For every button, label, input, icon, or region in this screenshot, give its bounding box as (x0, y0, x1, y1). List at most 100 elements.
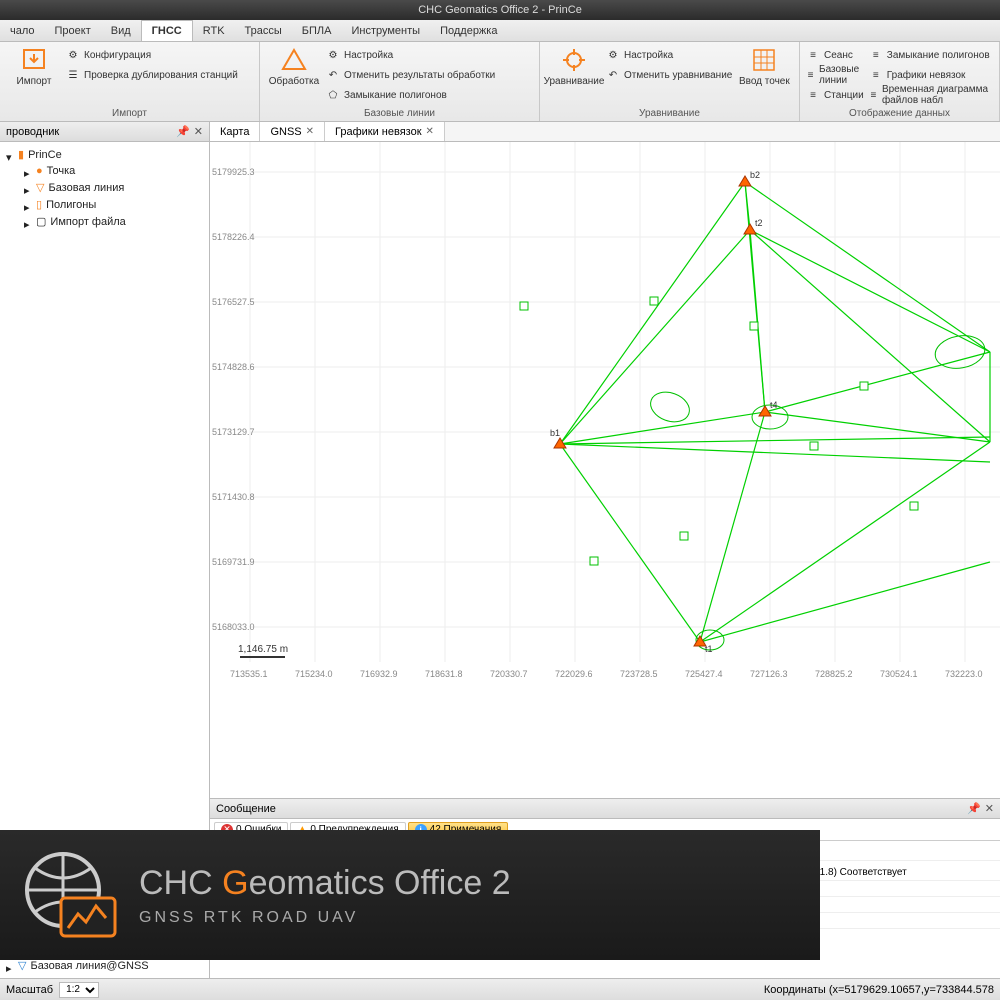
menu-trassy[interactable]: Трассы (235, 20, 292, 41)
svg-text:t2: t2 (755, 218, 763, 228)
chevron-right-icon[interactable]: ▸ (24, 218, 32, 226)
svg-text:t4: t4 (770, 400, 778, 410)
adjust-settings-button[interactable]: ⚙Настройка (606, 46, 732, 64)
svg-text:732223.0: 732223.0 (945, 669, 983, 679)
menu-vid[interactable]: Вид (101, 20, 141, 41)
menu-instrumenty[interactable]: Инструменты (341, 20, 430, 41)
lines-icon: ≡ (806, 68, 815, 82)
svg-text:727126.3: 727126.3 (750, 669, 788, 679)
lines-icon: ≡ (869, 48, 883, 62)
menu-gnss[interactable]: ГНСС (141, 20, 193, 41)
product-overlay: CHC Geomatics Office 2 GNSS RTK ROAD UAV (0, 830, 820, 960)
time-diagram-button[interactable]: ≡Временная диаграмма файлов набл (869, 86, 993, 104)
pin-icon[interactable]: 📌 (176, 125, 190, 138)
residual-plots-button[interactable]: ≡Графики невязок (869, 66, 993, 84)
session-button[interactable]: ≡Сеанс (806, 46, 865, 64)
stations-button[interactable]: ≡Станции (806, 86, 865, 104)
tab-karta[interactable]: Карта (210, 122, 260, 141)
svg-text:5176527.5: 5176527.5 (212, 297, 255, 307)
ribbon-group-import: Импорт ⚙Конфигурация ☰Проверка дублирова… (0, 42, 260, 121)
baselines-button[interactable]: ≡Базовые линии (806, 66, 865, 84)
svg-text:b1: b1 (550, 428, 560, 438)
ribbon-group-baselines: Обработка ⚙Настройка ↶Отменить результат… (260, 42, 540, 121)
tab-gnss[interactable]: GNSS✕ (260, 122, 325, 141)
gear-icon: ⚙ (66, 48, 80, 62)
map-canvas[interactable]: 5179925.3 5178226.4 5176527.5 5174828.6 … (210, 142, 1000, 798)
undo-icon: ↶ (326, 68, 340, 82)
svg-text:716932.9: 716932.9 (360, 669, 398, 679)
undo-icon: ↶ (606, 68, 620, 82)
svg-text:5179925.3: 5179925.3 (212, 167, 255, 177)
scale-label: Масштаб (6, 984, 53, 996)
status-bar: Масштаб 1:2 Координаты (x=5179629.10657,… (0, 978, 1000, 1000)
ribbon-group-adjustment: Уравнивание ⚙Настройка ↶Отменить уравнив… (540, 42, 800, 121)
globe-icon (10, 845, 125, 945)
settings-button[interactable]: ⚙Настройка (326, 46, 495, 64)
point-icon: ● (36, 165, 43, 177)
svg-text:1,146.75 m: 1,146.75 m (238, 644, 288, 655)
menu-rtk[interactable]: RTK (193, 20, 235, 41)
adjust-button[interactable]: Уравнивание (546, 46, 602, 87)
svg-text:723728.5: 723728.5 (620, 669, 658, 679)
svg-text:715234.0: 715234.0 (295, 669, 333, 679)
process-button[interactable]: Обработка (266, 46, 322, 87)
svg-text:728825.2: 728825.2 (815, 669, 853, 679)
close-icon[interactable]: ✕ (306, 126, 314, 137)
gear-icon: ⚙ (326, 48, 340, 62)
svg-text:5169731.9: 5169731.9 (212, 557, 255, 567)
coord-readout: Координаты (x=5179629.10657,y=733844.578 (764, 984, 994, 996)
stack-icon: ☰ (66, 68, 80, 82)
tab-grafiki[interactable]: Графики невязок✕ (325, 122, 445, 141)
undo-results-button[interactable]: ↶Отменить результаты обработки (326, 66, 495, 84)
ribbon-group-display: ≡Сеанс ≡Базовые линии ≡Станции ≡Замыкани… (800, 42, 1000, 121)
close-icon[interactable]: ✕ (426, 126, 434, 137)
menu-proekt[interactable]: Проект (45, 20, 101, 41)
svg-text:720330.7: 720330.7 (490, 669, 528, 679)
config-button[interactable]: ⚙Конфигурация (66, 46, 238, 64)
close-icon[interactable]: ✕ (194, 125, 203, 138)
close-polygons-button[interactable]: ⬠Замыкание полигонов (326, 86, 495, 104)
menu-podderzhka[interactable]: Поддержка (430, 20, 507, 41)
svg-text:5174828.6: 5174828.6 (212, 362, 255, 372)
baseline-icon: ▽ (36, 181, 44, 194)
svg-text:b2: b2 (750, 170, 760, 180)
polygon-closure-button[interactable]: ≡Замыкание полигонов (869, 46, 993, 64)
svg-text:t1: t1 (705, 644, 713, 654)
file-icon: ▢ (36, 215, 46, 228)
svg-text:713535.1: 713535.1 (230, 669, 268, 679)
chevron-down-icon[interactable]: ▾ (6, 151, 14, 159)
polygon-icon: ⬠ (326, 88, 340, 102)
chevron-right-icon[interactable]: ▸ (24, 201, 32, 209)
target-icon (560, 46, 588, 74)
lines-icon: ≡ (869, 68, 883, 82)
close-icon[interactable]: ✕ (985, 802, 994, 815)
check-dup-stations-button[interactable]: ☰Проверка дублирования станций (66, 66, 238, 84)
ribbon: Импорт ⚙Конфигурация ☰Проверка дублирова… (0, 42, 1000, 122)
menu-bar: чало Проект Вид ГНСС RTK Трассы БПЛА Инс… (0, 20, 1000, 42)
import-icon (20, 46, 48, 74)
gear-icon: ⚙ (606, 48, 620, 62)
chevron-right-icon[interactable]: ▸ (24, 167, 32, 175)
svg-text:5173129.7: 5173129.7 (212, 427, 255, 437)
menu-nachalo[interactable]: чало (0, 20, 45, 41)
polygon-icon: ▯ (36, 198, 42, 211)
overlay-text: CHC Geomatics Office 2 GNSS RTK ROAD UAV (139, 864, 511, 927)
lines-icon: ≡ (806, 88, 820, 102)
grid-icon (750, 46, 778, 74)
pin-icon[interactable]: 📌 (967, 802, 981, 815)
svg-text:718631.8: 718631.8 (425, 669, 463, 679)
import-button[interactable]: Импорт (6, 46, 62, 87)
svg-text:725427.4: 725427.4 (685, 669, 723, 679)
svg-text:5171430.8: 5171430.8 (212, 492, 255, 502)
messages-header: Сообщение 📌 ✕ (210, 799, 1000, 819)
chevron-right-icon[interactable]: ▸ (24, 184, 32, 192)
enter-points-button[interactable]: Ввод точек (736, 46, 792, 87)
menu-bpla[interactable]: БПЛА (292, 20, 342, 41)
svg-text:5168033.0: 5168033.0 (212, 622, 255, 632)
title-bar: CHC Geomatics Office 2 - PrinCe (0, 0, 1000, 20)
lines-icon: ≡ (869, 88, 878, 102)
undo-adjust-button[interactable]: ↶Отменить уравнивание (606, 66, 732, 84)
map-svg: 5179925.3 5178226.4 5176527.5 5174828.6 … (210, 142, 1000, 702)
scale-select[interactable]: 1:2 (59, 982, 99, 998)
project-tree[interactable]: ▾▮PrinCe ▸●Точка ▸▽Базовая линия ▸▯Полиг… (0, 142, 209, 895)
